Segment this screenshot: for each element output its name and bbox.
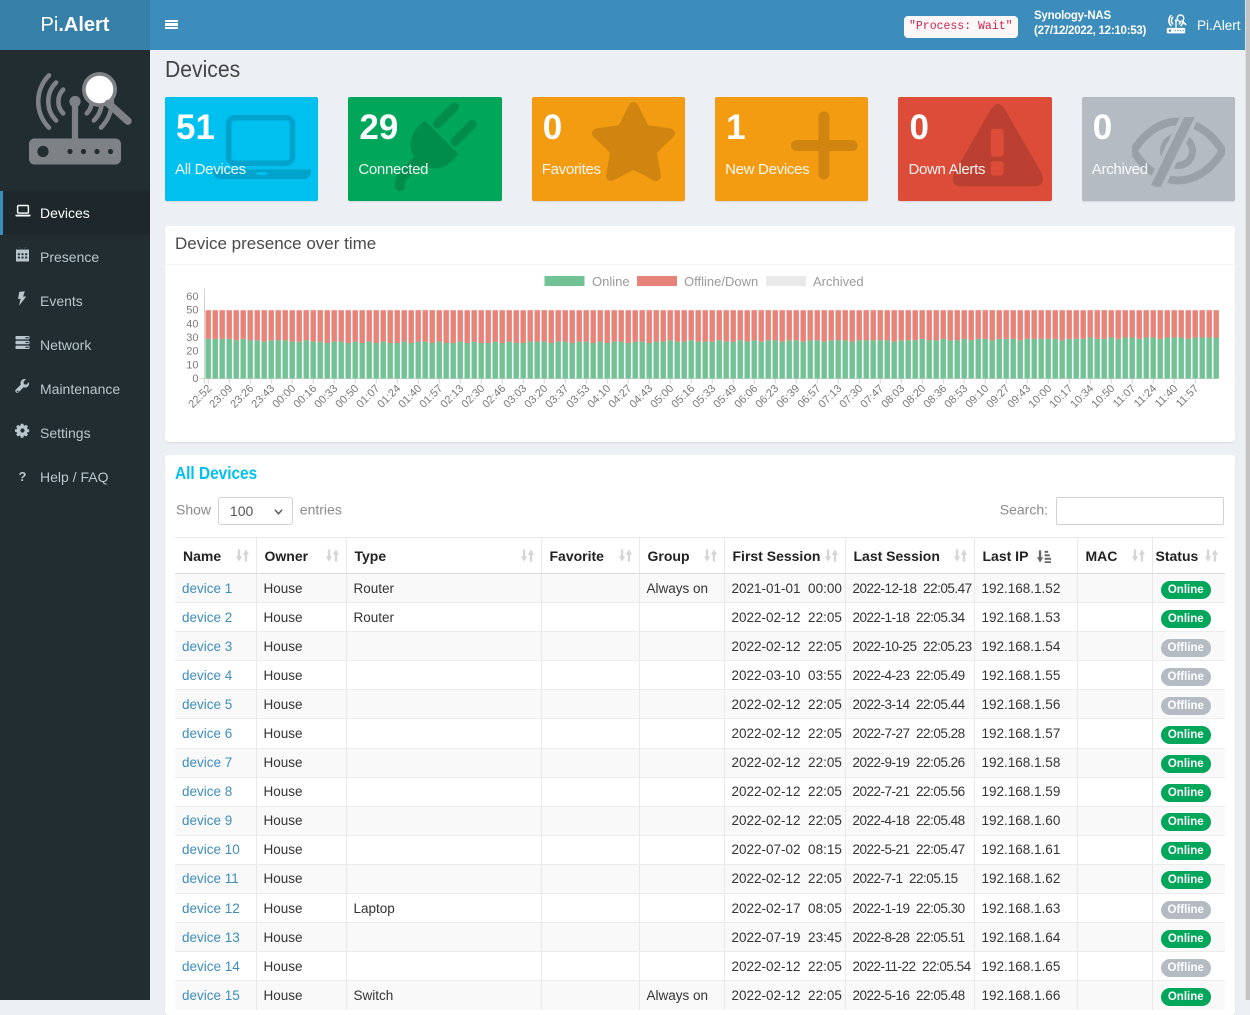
svg-text:Archived: Archived xyxy=(813,274,864,289)
svg-text:06:23: 06:23 xyxy=(753,383,781,411)
svg-text:22:52: 22:52 xyxy=(186,383,214,411)
svg-text:01:24: 01:24 xyxy=(375,383,403,411)
svg-text:09:27: 09:27 xyxy=(984,383,1012,411)
svg-text:05:00: 05:00 xyxy=(648,383,676,411)
svg-text:08:03: 08:03 xyxy=(879,383,907,411)
svg-text:05:33: 05:33 xyxy=(690,383,718,411)
svg-text:08:36: 08:36 xyxy=(921,383,949,411)
svg-text:06:39: 06:39 xyxy=(774,383,802,411)
svg-text:20: 20 xyxy=(186,346,198,358)
svg-text:11:24: 11:24 xyxy=(1132,383,1159,410)
svg-text:00:00: 00:00 xyxy=(270,383,298,411)
svg-text:06:06: 06:06 xyxy=(732,383,760,411)
svg-text:02:30: 02:30 xyxy=(459,383,487,411)
svg-text:07:30: 07:30 xyxy=(837,383,865,411)
svg-text:00:16: 00:16 xyxy=(291,383,319,411)
svg-text:04:43: 04:43 xyxy=(627,383,655,411)
svg-text:03:37: 03:37 xyxy=(543,383,571,411)
svg-text:04:27: 04:27 xyxy=(606,383,634,411)
svg-text:10:00: 10:00 xyxy=(1026,383,1054,411)
svg-text:10: 10 xyxy=(186,359,198,371)
svg-text:09:43: 09:43 xyxy=(1005,383,1033,411)
svg-text:03:53: 03:53 xyxy=(564,383,592,411)
svg-text:50: 50 xyxy=(186,305,198,317)
svg-text:01:57: 01:57 xyxy=(417,383,445,411)
svg-text:00:33: 00:33 xyxy=(312,383,340,411)
svg-text:08:20: 08:20 xyxy=(900,383,928,411)
svg-text:07:13: 07:13 xyxy=(816,383,844,411)
svg-text:30: 30 xyxy=(186,332,198,344)
svg-text:03:20: 03:20 xyxy=(522,383,550,411)
svg-text:60: 60 xyxy=(186,291,198,303)
svg-text:02:13: 02:13 xyxy=(438,383,466,411)
svg-text:11:57: 11:57 xyxy=(1174,383,1201,410)
svg-text:01:40: 01:40 xyxy=(396,383,424,411)
svg-text:08:53: 08:53 xyxy=(942,383,970,411)
svg-text:07:47: 07:47 xyxy=(858,383,886,411)
svg-text:09:10: 09:10 xyxy=(963,383,991,411)
svg-text:23:09: 23:09 xyxy=(207,383,235,411)
svg-text:04:10: 04:10 xyxy=(585,383,613,411)
svg-text:03:03: 03:03 xyxy=(501,383,529,411)
svg-text:11:07: 11:07 xyxy=(1111,383,1138,410)
svg-text:23:43: 23:43 xyxy=(249,383,277,411)
svg-text:0: 0 xyxy=(192,373,198,385)
svg-text:06:57: 06:57 xyxy=(795,383,823,411)
svg-text:10:17: 10:17 xyxy=(1047,383,1075,411)
svg-text:23:26: 23:26 xyxy=(228,383,256,411)
svg-text:05:16: 05:16 xyxy=(669,383,697,411)
svg-text:01:07: 01:07 xyxy=(354,383,382,411)
svg-text:Online: Online xyxy=(592,274,630,289)
svg-text:Offline/Down: Offline/Down xyxy=(684,274,758,289)
svg-text:11:40: 11:40 xyxy=(1153,383,1180,410)
svg-text:40: 40 xyxy=(186,318,198,330)
svg-text:10:50: 10:50 xyxy=(1089,383,1117,411)
svg-text:10:34: 10:34 xyxy=(1068,383,1096,411)
svg-text:02:46: 02:46 xyxy=(480,383,508,411)
svg-text:00:50: 00:50 xyxy=(333,383,361,411)
svg-text:05:49: 05:49 xyxy=(711,383,739,411)
